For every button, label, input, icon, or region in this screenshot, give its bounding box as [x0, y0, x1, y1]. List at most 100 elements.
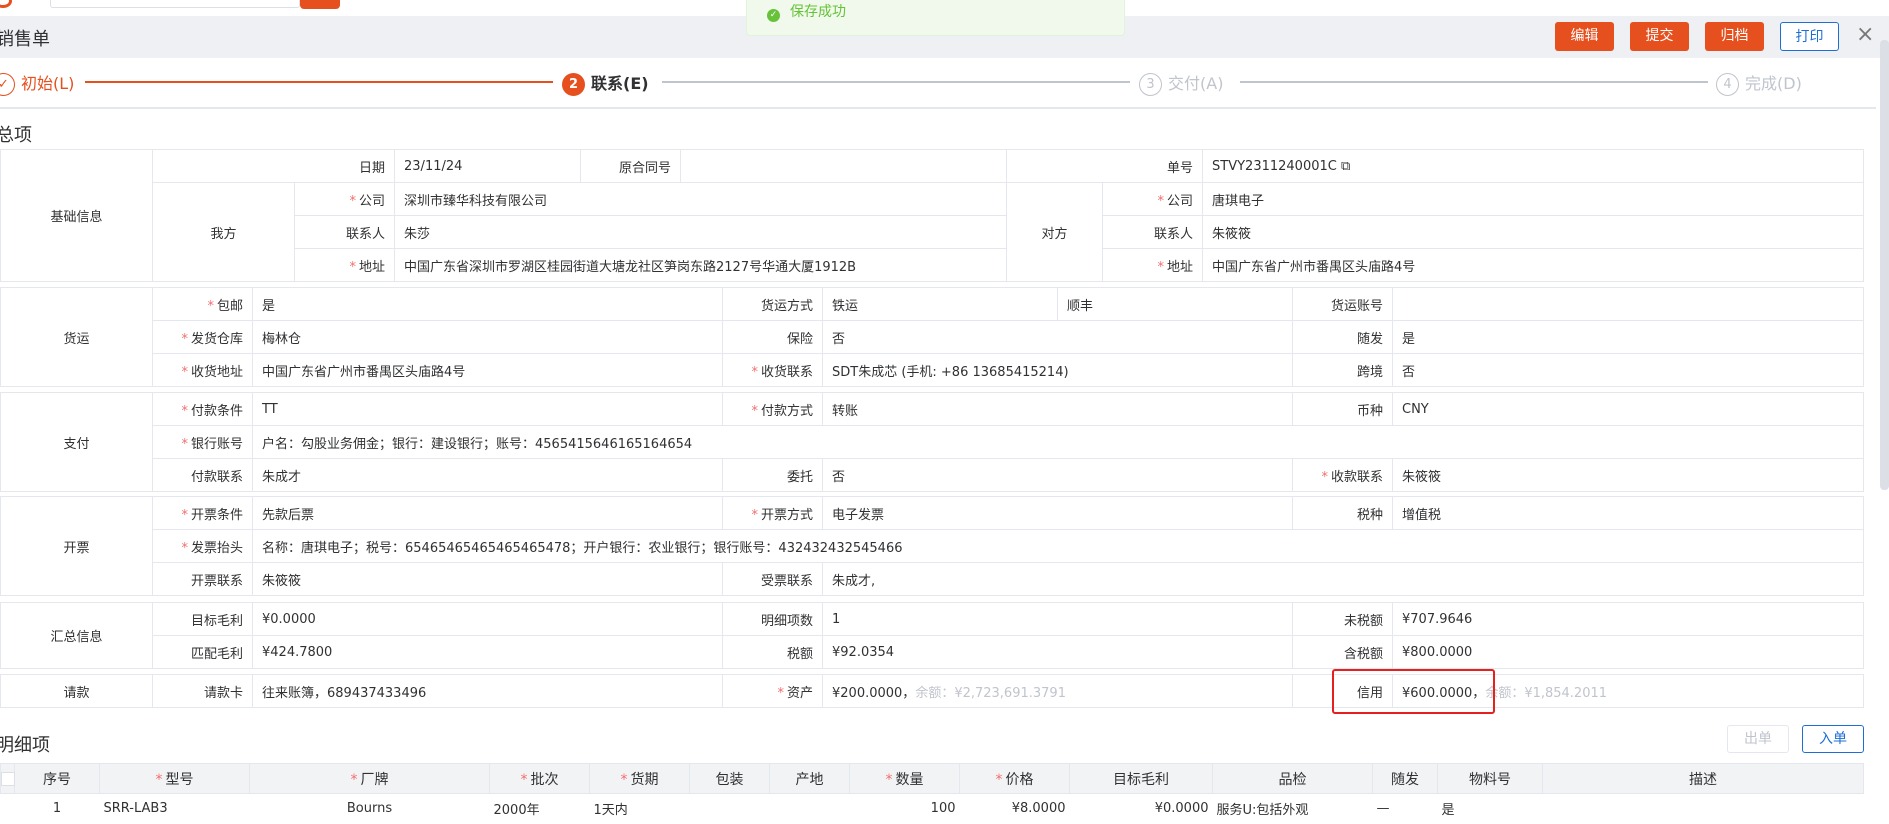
label-text: 开票条件 — [190, 507, 243, 523]
step-connector — [85, 81, 553, 83]
group-label: 请款 — [0, 674, 153, 708]
step-number: 3 — [1139, 73, 1162, 96]
header-text: 厂牌 — [360, 771, 389, 788]
contact-label: 联系人 — [1102, 215, 1204, 249]
col-material-no[interactable]: 物料号 — [1437, 763, 1543, 794]
insurance-label: 保险 — [722, 320, 823, 354]
credit-highlight-box — [1332, 669, 1495, 714]
vertical-scrollbar[interactable] — [1880, 40, 1889, 490]
their-contact: 朱筱筱 — [1202, 215, 1865, 249]
pay-method-value: 转账 — [822, 392, 1293, 426]
our-side-label: 我方 — [152, 182, 295, 282]
col-qty[interactable]: * 数量 — [849, 763, 960, 794]
header-text: 货期 — [630, 771, 659, 788]
follow-label: 随发 — [1292, 320, 1393, 354]
inv-contact-value: 朱筱筱 — [252, 562, 723, 596]
label-text: 地址 — [359, 259, 386, 275]
their-side-label: 对方 — [1006, 182, 1104, 282]
basic-info-table: 基础信息 日期 23/11/24 原合同号 单号 STVY2311240001C… — [0, 149, 1865, 282]
inv-recv-value: 朱成才, — [822, 562, 1864, 596]
in-order-button[interactable]: 入单 — [1802, 725, 1864, 753]
submit-button[interactable]: 提交 — [1630, 22, 1689, 51]
recv-contact-value: SDT朱成芯 (手机: +86 13685415214) — [822, 353, 1293, 387]
cell-qty: 100 — [930, 801, 956, 817]
global-search-input[interactable] — [50, 0, 300, 8]
inv-method-value: 电子发票 — [822, 496, 1293, 530]
insurance-value: 否 — [822, 320, 1293, 354]
match-margin-value: ¥424.7800 — [252, 635, 723, 669]
archive-button[interactable]: 归档 — [1705, 22, 1764, 51]
col-leadtime[interactable]: * 货期 — [589, 763, 690, 794]
step-connector — [662, 81, 1130, 83]
follow-value: 是 — [1392, 320, 1864, 354]
col-description[interactable]: 描述 — [1542, 763, 1864, 794]
table-row[interactable]: 1 SRR-LAB3 Bourns 2000年 1天内 100 ¥8.0000 … — [1, 794, 1864, 824]
pay-contact-label: 付款联系 — [152, 458, 253, 492]
col-origin[interactable]: 产地 — [769, 763, 850, 794]
step-label: 交付(A) — [1168, 74, 1224, 93]
group-label: 开票 — [0, 496, 153, 596]
col-model[interactable]: * 型号 — [99, 763, 250, 794]
group-label: 支付 — [0, 392, 153, 492]
global-search-button[interactable] — [300, 0, 340, 9]
ship-account-label: 货运账号 — [1292, 287, 1393, 321]
col-follow[interactable]: 随发 — [1372, 763, 1438, 794]
cell-batch: 2000年 — [493, 803, 540, 819]
ship-account-value — [1392, 287, 1864, 321]
order-no-label: 单号 — [1006, 149, 1204, 183]
label-text: 地址 — [1167, 259, 1194, 275]
recv-contact-value: 朱筱筱 — [1392, 458, 1864, 492]
date-label: 日期 — [151, 149, 396, 183]
recv-contact-label: * 收款联系 — [1292, 458, 1393, 492]
ship-method-label: 货运方式 — [722, 287, 823, 321]
step-complete[interactable]: 4 完成(D) — [1716, 70, 1802, 96]
cell-description — [1543, 794, 1864, 824]
out-order-button[interactable]: 出单 — [1727, 725, 1789, 753]
checkbox[interactable] — [1, 771, 15, 786]
section-title-detail: 明细项 — [0, 735, 50, 756]
cell-origin — [770, 794, 850, 824]
label-text: 收货地址 — [190, 364, 243, 380]
col-seq[interactable]: 序号 — [14, 763, 100, 794]
cell-material-no: 是 — [1441, 803, 1455, 819]
print-button[interactable]: 打印 — [1780, 22, 1839, 51]
label-text: 发票抬头 — [190, 540, 243, 556]
copy-icon[interactable]: ⧉ — [1341, 159, 1350, 174]
select-all-checkbox[interactable] — [0, 763, 15, 794]
their-company: 唐琪电子 — [1202, 182, 1865, 216]
label-text: 付款条件 — [190, 403, 243, 419]
col-package[interactable]: 包装 — [689, 763, 770, 794]
page-title: 销售单 — [0, 29, 50, 50]
header-text: 型号 — [165, 771, 194, 788]
pay-method-label: * 付款方式 — [722, 392, 823, 426]
cell-model: SRR-LAB3 — [103, 801, 168, 817]
step-deliver[interactable]: 3 交付(A) — [1139, 70, 1223, 96]
currency-label: 币种 — [1292, 392, 1393, 426]
edit-button[interactable]: 编辑 — [1555, 22, 1614, 51]
col-batch[interactable]: * 批次 — [489, 763, 590, 794]
label-text: 开票方式 — [760, 507, 813, 523]
date-value: 23/11/24 — [394, 149, 582, 183]
step-number: 2 — [562, 73, 585, 96]
entrust-label: 委托 — [722, 458, 823, 492]
pay-terms-value: TT — [252, 392, 723, 426]
step-contact[interactable]: 2 联系(E) — [562, 70, 649, 96]
step-label: 联系(E) — [591, 74, 649, 93]
pay-contact-value: 朱成才 — [252, 458, 723, 492]
cell-package — [690, 794, 770, 824]
our-company: 深圳市臻华科技有限公司 — [394, 182, 1008, 216]
tax-amount-value: ¥92.0354 — [822, 635, 1293, 669]
col-price[interactable]: * 价格 — [959, 763, 1070, 794]
inv-recv-label: 受票联系 — [722, 562, 823, 596]
col-brand[interactable]: * 厂牌 — [249, 763, 490, 794]
col-target-margin[interactable]: 目标毛利 — [1069, 763, 1213, 794]
target-margin-value: ¥0.0000 — [252, 602, 723, 636]
step-connector — [1240, 81, 1708, 83]
inv-header-label: * 发票抬头 — [152, 529, 253, 563]
check-icon: ✓ — [0, 73, 15, 96]
close-icon[interactable]: × — [1856, 22, 1874, 47]
cell-leadtime: 1天内 — [593, 803, 628, 819]
col-inspection[interactable]: 品检 — [1212, 763, 1373, 794]
step-initial[interactable]: ✓ 初始(L) — [0, 70, 74, 96]
their-address: 中国广东省广州市番禺区头庙路4号 — [1202, 248, 1865, 282]
